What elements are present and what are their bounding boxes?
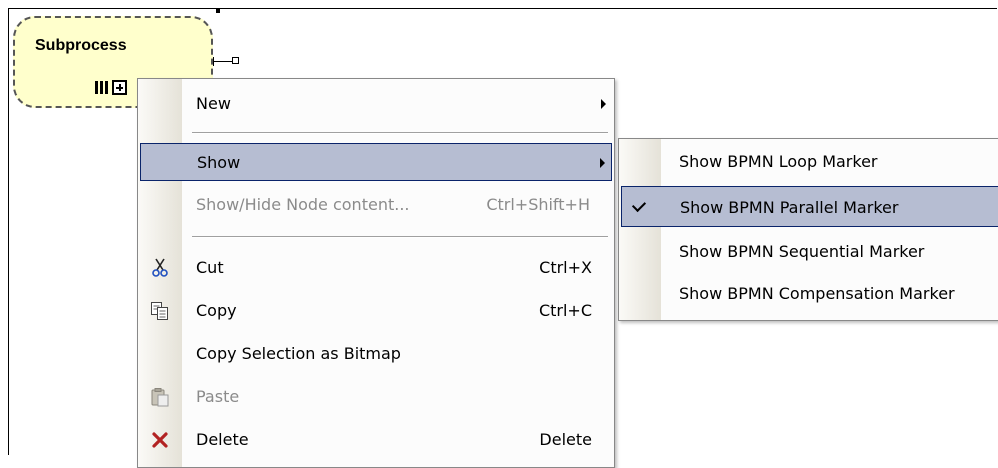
node-markers	[95, 80, 127, 95]
menu-item-label: New	[196, 94, 231, 113]
connection-port[interactable]	[232, 57, 239, 64]
menu-separator	[192, 132, 608, 134]
menu-item-new[interactable]: New	[140, 85, 612, 123]
menu-item-label: Show BPMN Compensation Marker	[679, 284, 955, 303]
subprocess-title: Subprocess	[35, 37, 127, 54]
menu-separator	[192, 236, 608, 238]
menu-item-show-hide-node-content[interactable]: Show/Hide Node content... Ctrl+Shift+H	[140, 186, 612, 224]
submenu-item-show-bpmn-parallel-marker[interactable]: Show BPMN Parallel Marker	[621, 186, 998, 227]
menu-item-shortcut: Ctrl+C	[538, 301, 592, 320]
menu-item-label: Show BPMN Parallel Marker	[680, 198, 899, 217]
menu-item-delete[interactable]: Delete Delete	[140, 421, 612, 459]
menu-item-label: Show	[197, 153, 241, 172]
copy-icon	[150, 301, 170, 321]
menu-item-label: Show/Hide Node content...	[196, 195, 410, 214]
menu-item-shortcut: Ctrl+X	[539, 258, 592, 277]
delete-icon	[150, 430, 170, 450]
menu-item-copy-selection-as-bitmap[interactable]: Copy Selection as Bitmap	[140, 335, 612, 373]
menu-item-label: Paste	[196, 387, 240, 406]
submenu-item-show-bpmn-sequential-marker[interactable]: Show BPMN Sequential Marker	[621, 231, 998, 272]
menu-item-label: Cut	[196, 258, 224, 277]
menu-item-cut[interactable]: Cut Ctrl+X	[140, 249, 612, 287]
menu-item-copy[interactable]: Copy Ctrl+C	[140, 292, 612, 330]
submenu-item-show-bpmn-loop-marker[interactable]: Show BPMN Loop Marker	[621, 141, 998, 182]
menu-item-shortcut: Ctrl+Shift+H	[486, 195, 590, 214]
paste-icon	[150, 387, 170, 407]
menu-item-label: Show BPMN Loop Marker	[679, 152, 878, 171]
parallel-marker-icon	[95, 81, 108, 94]
menu-item-label: Delete	[196, 430, 249, 449]
menu-item-paste[interactable]: Paste	[140, 378, 612, 416]
submenu-item-show-bpmn-compensation-marker[interactable]: Show BPMN Compensation Marker	[621, 273, 998, 314]
menu-item-label: Copy	[196, 301, 237, 320]
submenu-arrow-icon	[601, 99, 606, 109]
context-menu: New Show Show/Hide Node content... Ctrl+…	[137, 78, 615, 468]
scissors-icon	[150, 258, 170, 278]
menu-item-shortcut: Delete	[539, 430, 592, 449]
menu-item-show[interactable]: Show	[140, 143, 612, 181]
expand-plus-icon[interactable]	[112, 80, 127, 95]
checkmark-icon	[631, 197, 647, 213]
show-submenu: Show BPMN Loop Marker Show BPMN Parallel…	[618, 138, 998, 321]
submenu-arrow-icon	[600, 158, 605, 168]
canvas-tick	[216, 8, 220, 13]
menu-item-label: Show BPMN Sequential Marker	[679, 242, 925, 261]
menu-item-label: Copy Selection as Bitmap	[196, 344, 401, 363]
connector-line	[213, 61, 233, 62]
